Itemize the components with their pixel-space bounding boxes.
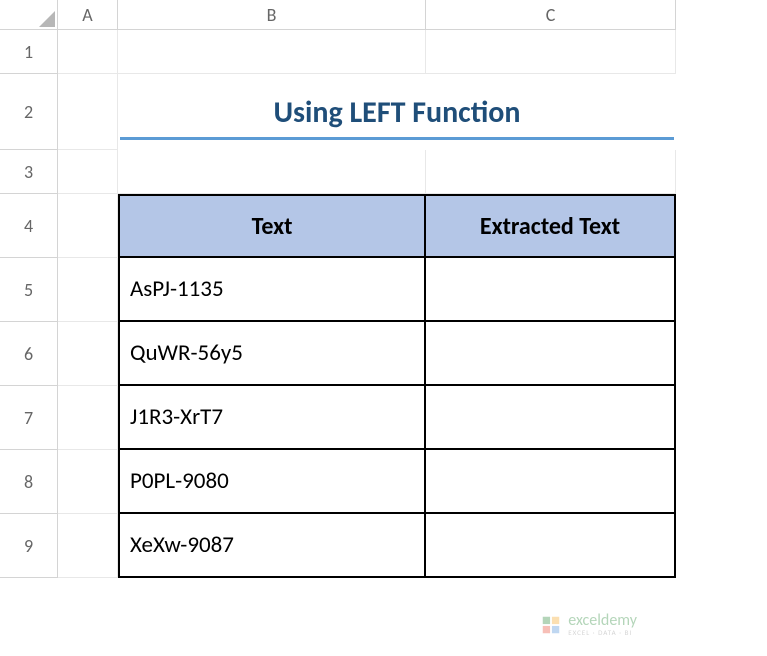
cell-a3[interactable]	[58, 150, 118, 194]
col-header-c[interactable]: C	[426, 0, 676, 30]
col-header-b[interactable]: B	[118, 0, 426, 30]
table-row[interactable]	[426, 258, 676, 322]
cell-c1[interactable]	[426, 30, 676, 74]
table-row[interactable]: AsPJ-1135	[118, 258, 426, 322]
spreadsheet-grid: A B C 1 2 Using LEFT Function 3 4 Text E…	[0, 0, 767, 578]
row-header-8[interactable]: 8	[0, 450, 58, 514]
table-row[interactable]	[426, 514, 676, 578]
row-header-2[interactable]: 2	[0, 74, 58, 150]
cell-a4[interactable]	[58, 194, 118, 258]
row-header-3[interactable]: 3	[0, 150, 58, 194]
col-header-a[interactable]: A	[58, 0, 118, 30]
table-row[interactable]	[426, 386, 676, 450]
cell-a1[interactable]	[58, 30, 118, 74]
exceldemy-logo-icon	[540, 614, 562, 636]
page-title: Using LEFT Function	[273, 94, 520, 131]
table-header-text[interactable]: Text	[118, 194, 426, 258]
row-header-9[interactable]: 9	[0, 514, 58, 578]
table-row[interactable]	[426, 450, 676, 514]
table-row[interactable]: XeXw-9087	[118, 514, 426, 578]
cell-b3[interactable]	[118, 150, 426, 194]
table-row[interactable]	[426, 322, 676, 386]
table-row[interactable]: P0PL-9080	[118, 450, 426, 514]
cell-a2[interactable]	[58, 74, 118, 150]
watermark-tagline: EXCEL · DATA · BI	[568, 629, 637, 636]
cell-a6[interactable]	[58, 322, 118, 386]
cell-a5[interactable]	[58, 258, 118, 322]
row-header-5[interactable]: 5	[0, 258, 58, 322]
select-all-corner[interactable]	[0, 0, 58, 30]
table-row[interactable]: J1R3-XrT7	[118, 386, 426, 450]
title-underline	[120, 137, 674, 140]
watermark-brand: exceldemy	[568, 613, 637, 629]
cell-a8[interactable]	[58, 450, 118, 514]
table-row[interactable]: QuWR-56y5	[118, 322, 426, 386]
row-header-6[interactable]: 6	[0, 322, 58, 386]
table-header-extracted[interactable]: Extracted Text	[426, 194, 676, 258]
row-header-7[interactable]: 7	[0, 386, 58, 450]
title-cell[interactable]: Using LEFT Function	[118, 74, 676, 150]
row-header-4[interactable]: 4	[0, 194, 58, 258]
cell-c3[interactable]	[426, 150, 676, 194]
row-header-1[interactable]: 1	[0, 30, 58, 74]
cell-a7[interactable]	[58, 386, 118, 450]
cell-b1[interactable]	[118, 30, 426, 74]
cell-a9[interactable]	[58, 514, 118, 578]
watermark: exceldemy EXCEL · DATA · BI	[540, 613, 637, 636]
